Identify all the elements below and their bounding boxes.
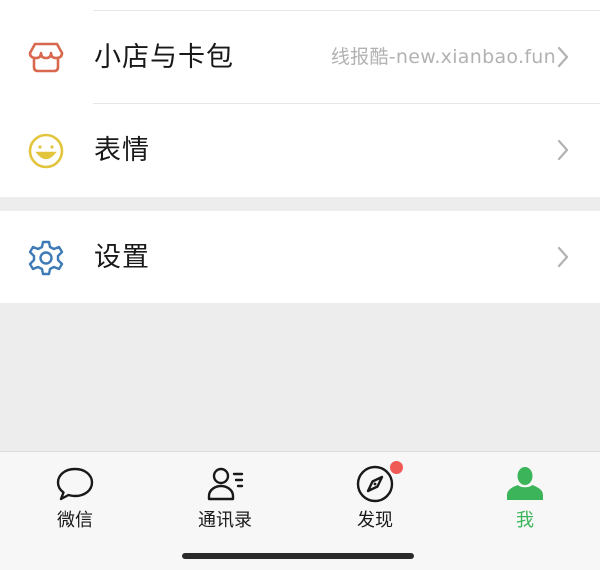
menu-row-settings[interactable]: 设置 xyxy=(0,211,600,303)
menu-row-subtext: 线报酷-new.xianbao.fun xyxy=(330,46,556,68)
person-icon xyxy=(505,464,545,504)
contacts-icon xyxy=(205,464,245,504)
chevron-right-icon xyxy=(556,45,570,69)
gear-icon xyxy=(26,238,66,278)
menu-row-emoji[interactable]: 表情 xyxy=(0,104,600,196)
tab-label: 通讯录 xyxy=(198,510,252,531)
menu-group-primary: 小店与卡包 线报酷-new.xianbao.fun 表情 xyxy=(0,0,600,197)
home-indicator[interactable] xyxy=(182,553,414,559)
shop-icon xyxy=(26,37,66,77)
notification-badge xyxy=(390,461,403,474)
chat-bubble-icon xyxy=(55,464,95,504)
tab-discover[interactable]: 发现 xyxy=(325,464,425,534)
menu-row-label: 设置 xyxy=(94,242,150,273)
tab-label: 微信 xyxy=(57,510,93,531)
chevron-right-icon xyxy=(556,245,570,269)
menu-row-label: 表情 xyxy=(94,135,150,166)
tab-me[interactable]: 我 xyxy=(475,464,575,534)
tab-contacts[interactable]: 通讯录 xyxy=(175,464,275,534)
menu-group-settings: 设置 xyxy=(0,211,600,303)
chevron-right-icon xyxy=(556,138,570,162)
tab-label: 我 xyxy=(516,510,534,531)
emoji-smile-icon xyxy=(26,131,66,171)
tab-chats[interactable]: 微信 xyxy=(25,464,125,534)
compass-icon xyxy=(355,464,395,504)
menu-row-label: 小店与卡包 xyxy=(94,42,234,73)
menu-row-shop-cards[interactable]: 小店与卡包 线报酷-new.xianbao.fun xyxy=(0,11,600,103)
tab-label: 发现 xyxy=(357,510,393,531)
